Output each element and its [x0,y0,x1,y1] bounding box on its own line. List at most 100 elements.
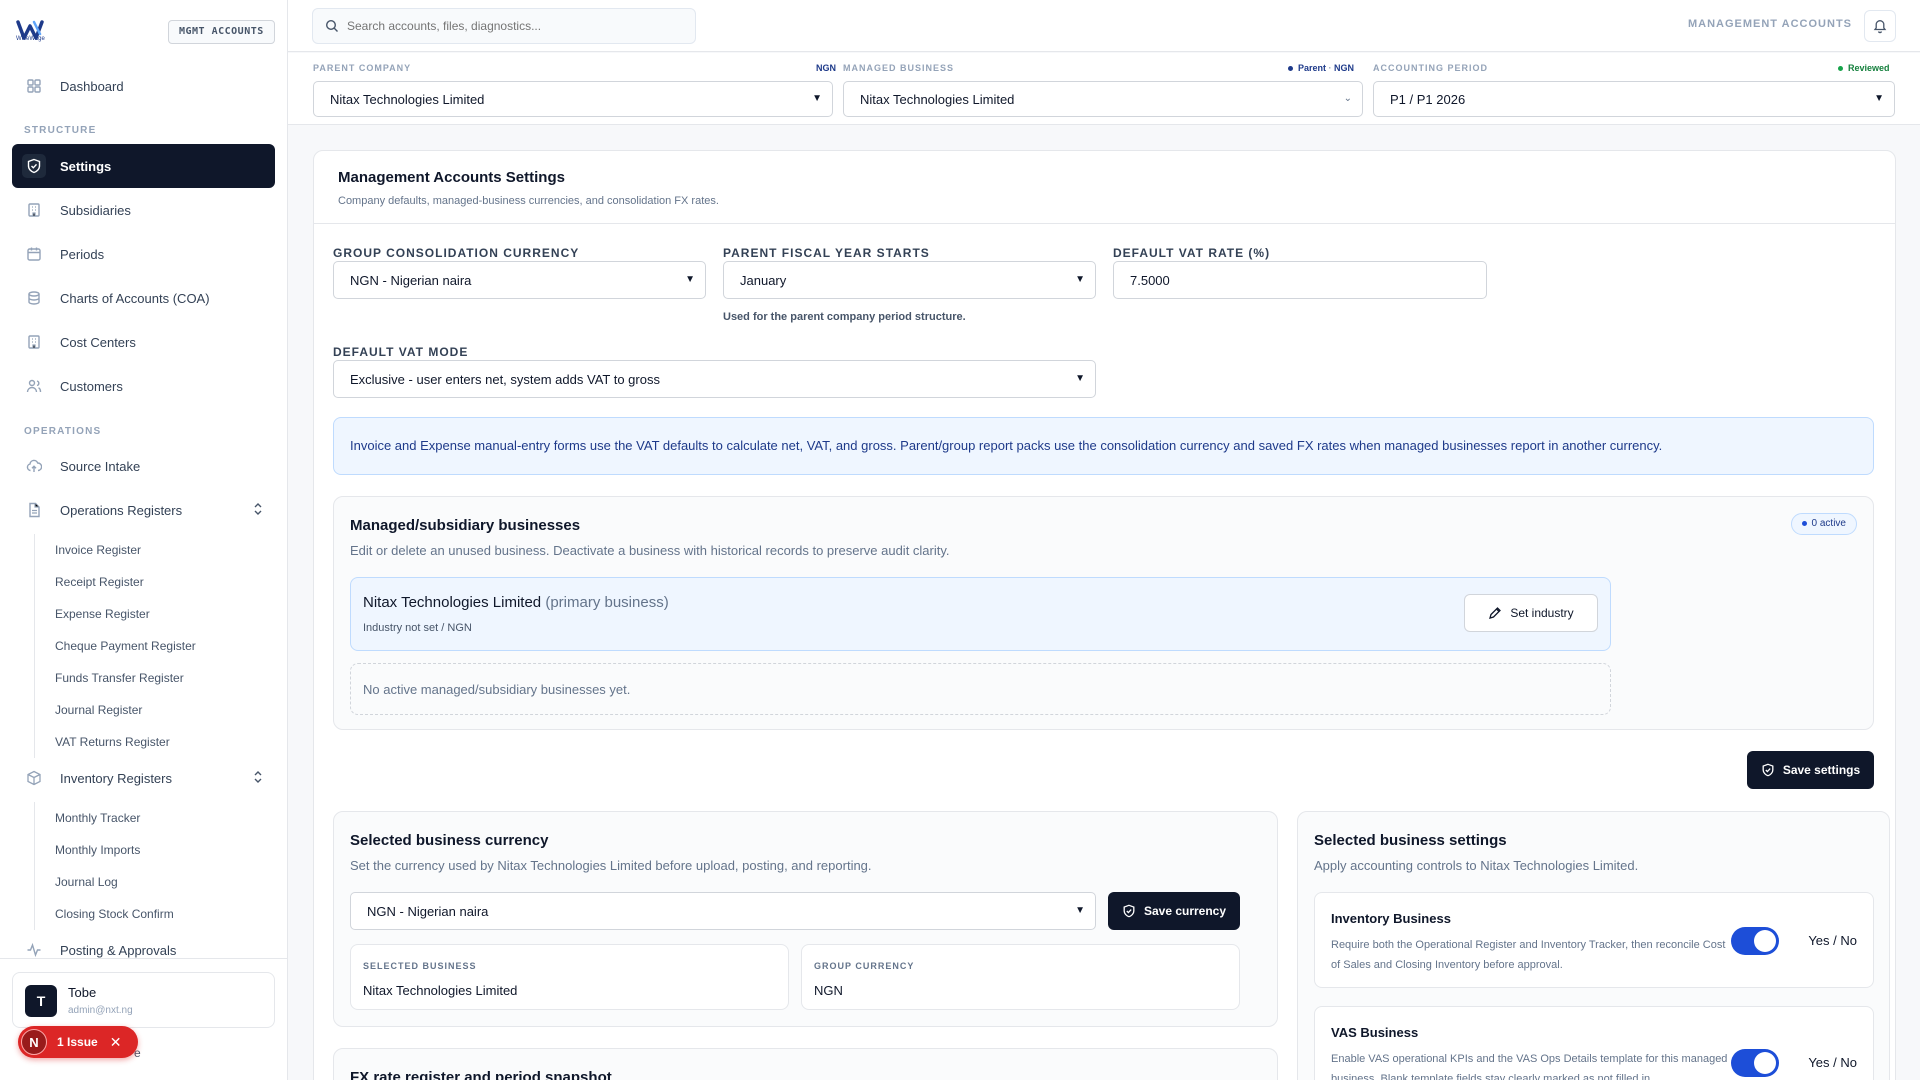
user-card[interactable]: T Tobe admin@nxt.ng [12,972,275,1028]
nav-coa[interactable]: Charts of Accounts (COA) [12,276,275,320]
save-currency-button[interactable]: Save currency [1108,892,1240,930]
page-title: Management Accounts Settings [338,169,565,186]
nav-invoice-register[interactable]: Invoice Register [35,534,274,566]
search-input[interactable] [347,19,667,33]
managed-business-value: Nitax Technologies Limited [860,91,1015,107]
parent-company-value: Nitax Technologies Limited [330,91,485,107]
fiscal-year-select[interactable]: January ▼ [723,261,1096,299]
selected-business-tile: SELECTED BUSINESS Nitax Technologies Lim… [350,944,789,1010]
context-bar: PARENT COMPANY Nitax Technologies Limite… [288,53,1920,125]
fx-panel-title: FX rate register and period snapshot [350,1069,612,1080]
nav-inventory-registers[interactable]: Inventory Registers [12,756,275,800]
parent-company-field: PARENT COMPANY Nitax Technologies Limite… [313,63,833,117]
management-accounts-label: MANAGEMENT ACCOUNTS [1687,18,1852,30]
managed-meta-parent: Parent [1298,63,1327,73]
nav-dashboard-label: Dashboard [60,78,124,94]
nav-closing-stock-confirm[interactable]: Closing Stock Confirm [35,898,274,930]
chevron-down-icon: ▼ [1874,93,1884,104]
nav-source-intake[interactable]: Source Intake [12,444,275,488]
search-box[interactable] [312,8,696,44]
vat-mode-value: Exclusive - user enters net, system adds… [350,371,660,387]
group-currency-tile: GROUP CURRENCY NGN [801,944,1240,1010]
shield-icon [1123,904,1135,918]
notifications-button[interactable] [1864,10,1896,42]
nav-monthly-tracker[interactable]: Monthly Tracker [35,802,274,834]
vas-business-toggle[interactable] [1731,1049,1779,1077]
bell-icon [1873,20,1887,34]
sidebar: WiseWage MGMT ACCOUNTS Dashboard STRUCTU… [0,0,288,1080]
accounting-period-value: P1 / P1 2026 [1390,91,1466,107]
parent-currency: NGN [816,63,836,73]
save-currency-label: Save currency [1143,904,1227,918]
sidebar-divider [0,958,288,959]
nav-subsidiaries[interactable]: Subsidiaries [12,188,275,232]
parent-company-select[interactable]: Nitax Technologies Limited ▼ [313,81,833,117]
nav-funds-transfer-register[interactable]: Funds Transfer Register [35,662,274,694]
business-settings-panel: Selected business settings Apply account… [1297,811,1890,1080]
set-industry-button[interactable]: Set industry [1464,594,1598,632]
building-icon [22,198,46,222]
nav-operations-registers[interactable]: Operations Registers [12,488,275,532]
grid-icon [22,74,46,98]
shield-icon [1762,763,1774,777]
selected-business-value: Nitax Technologies Limited [363,983,518,998]
period-status: Reviewed [1838,63,1890,73]
nav-dashboard[interactable]: Dashboard [12,64,275,108]
active-count: 0 active [1811,518,1846,529]
nav-journal-register[interactable]: Journal Register [35,694,274,726]
inventory-sub-list: Monthly Tracker Monthly Imports Journal … [34,802,274,930]
chevron-up-down-icon[interactable] [253,770,263,787]
nav-settings-label: Settings [60,158,112,174]
nav-customers-label: Customers [60,378,123,394]
chevron-down-icon: ⌄ [1343,93,1352,104]
nav-inventory-registers-label: Inventory Registers [60,770,172,786]
chevron-down-icon: ▼ [1075,905,1085,916]
vas-business-desc: Enable VAS operational KPIs and the VAS … [1331,1053,1728,1080]
nav-vat-returns-register[interactable]: VAT Returns Register [35,726,274,758]
vat-info-box: Invoice and Expense manual-entry forms u… [333,417,1874,475]
building-icon [22,330,46,354]
business-settings-subtitle: Apply accounting controls to Nitax Techn… [1314,858,1639,873]
period-status-label: Reviewed [1848,63,1890,73]
issue-label: 1 Issue [57,1035,98,1049]
top-bar: MANAGEMENT ACCOUNTS [288,0,1920,52]
nav-settings[interactable]: Settings [12,144,275,188]
fx-rate-panel: FX rate register and period snapshot [333,1048,1278,1080]
nav-operations-registers-label: Operations Registers [60,502,183,518]
nav-posting-approvals[interactable]: Posting & Approvals [12,930,275,970]
settings-card: Management Accounts Settings Company def… [313,150,1896,1080]
business-settings-title: Selected business settings [1314,832,1507,849]
close-icon[interactable]: ✕ [110,1034,122,1051]
inventory-business-desc: Require both the Operational Register an… [1331,939,1726,971]
nav-source-intake-label: Source Intake [60,458,141,474]
business-currency-select[interactable]: NGN - Nigerian naira ▼ [350,892,1096,930]
vat-rate-value: 7.5000 [1130,272,1170,288]
accounting-period-label: ACCOUNTING PERIOD [1373,63,1489,73]
save-settings-button[interactable]: Save settings [1747,751,1874,789]
status-dot-icon [1838,66,1843,72]
chevron-up-down-icon[interactable] [253,502,263,519]
issue-badge[interactable]: N 1 Issue ✕ [18,1026,138,1058]
nav-journal-log[interactable]: Journal Log [35,866,274,898]
nav-cheque-payment-register[interactable]: Cheque Payment Register [35,630,274,662]
nav-periods[interactable]: Periods [12,232,275,276]
primary-business-row: Nitax Technologies Limited (primary busi… [350,577,1611,651]
group-currency-tile-value: NGN [814,983,843,998]
nav-cost-centers[interactable]: Cost Centers [12,320,275,364]
nav-monthly-imports[interactable]: Monthly Imports [35,834,274,866]
brand-logo-icon[interactable] [14,16,54,50]
vat-rate-input[interactable]: 7.5000 [1113,261,1487,299]
accounting-period-select[interactable]: P1 / P1 2026 ▼ [1373,81,1895,117]
group-currency-select[interactable]: NGN - Nigerian naira ▼ [333,261,706,299]
currency-panel-subtitle: Set the currency used by Nitax Technolog… [350,858,872,873]
managed-business-select[interactable]: Nitax Technologies Limited ⌄ [843,81,1363,117]
vat-mode-select[interactable]: Exclusive - user enters net, system adds… [333,360,1096,398]
user-email: admin@nxt.ng [68,1005,133,1016]
accounting-period-field: ACCOUNTING PERIOD P1 / P1 2026 ▼ [1373,63,1895,117]
primary-business-meta: Industry not set / NGN [363,622,472,634]
nav-expense-register[interactable]: Expense Register [35,598,274,630]
nav-customers[interactable]: Customers [12,364,275,408]
shield-icon [22,154,46,178]
inventory-business-toggle[interactable] [1731,927,1779,955]
nav-receipt-register[interactable]: Receipt Register [35,566,274,598]
